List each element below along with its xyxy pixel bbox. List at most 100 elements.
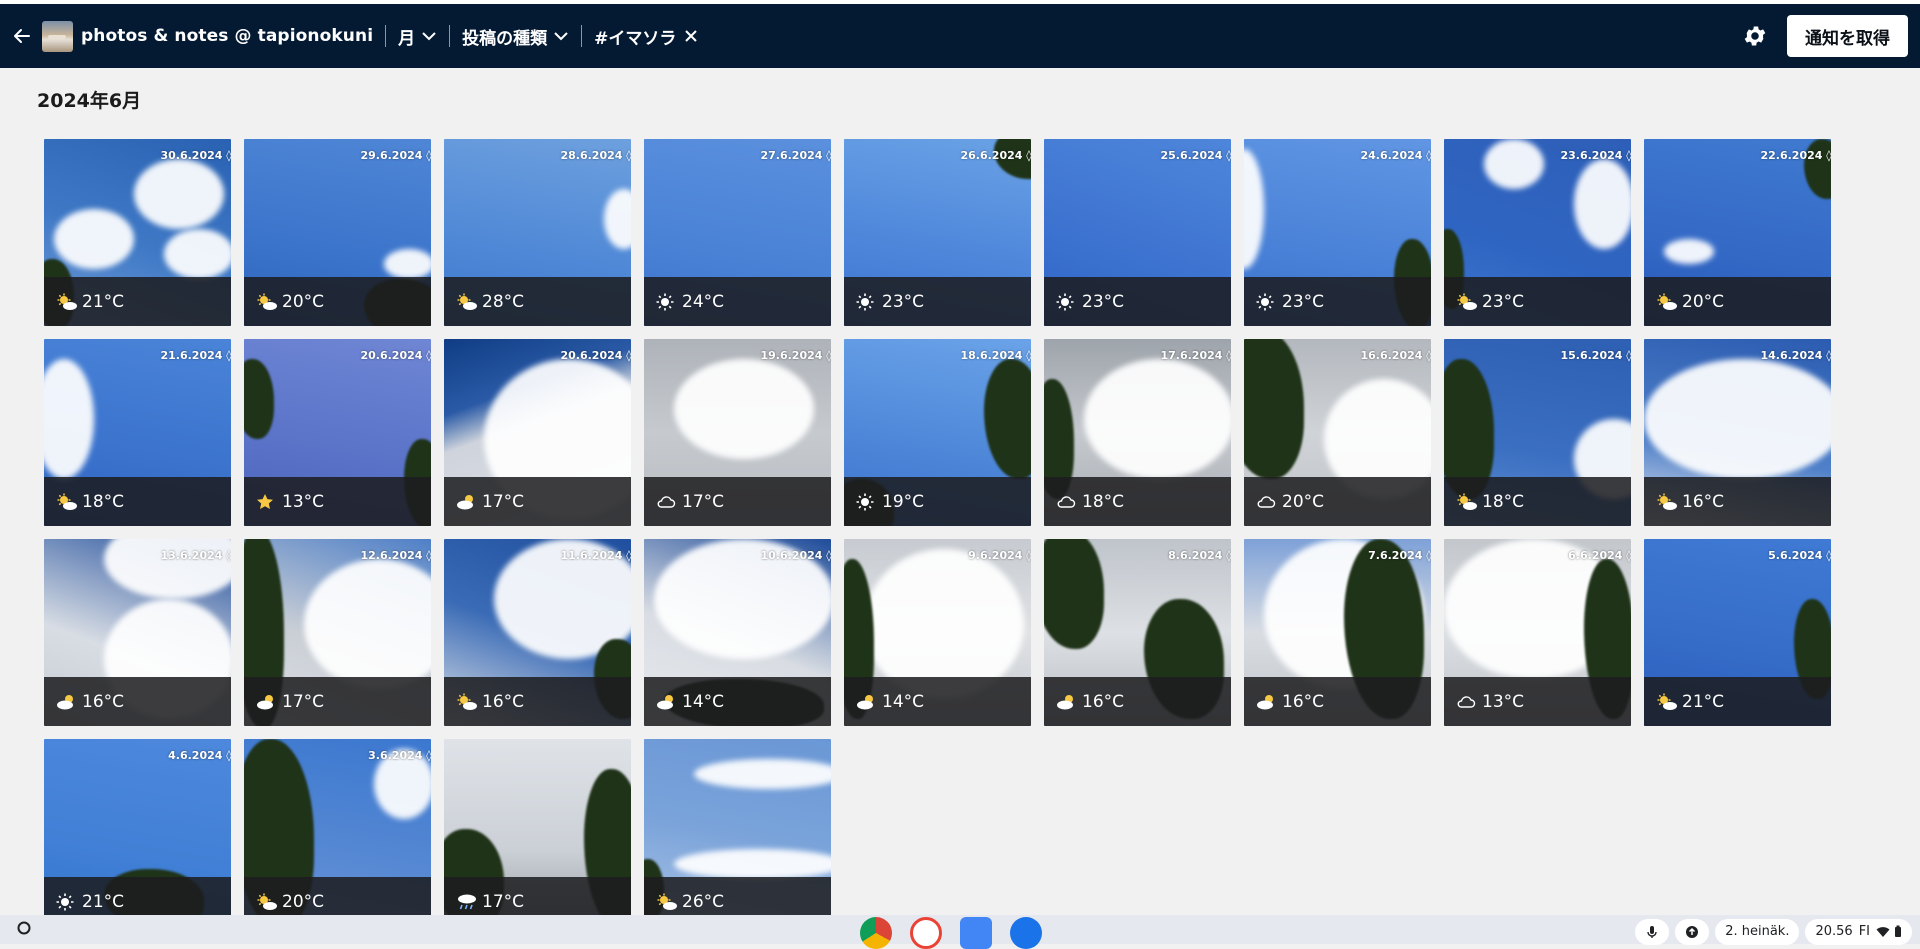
photo-tile[interactable]: 18.6.2024 ◊12 19°C (844, 339, 1031, 526)
photo-cloud (1644, 359, 1831, 479)
photo-temperature: 20°C (282, 291, 325, 312)
settings-button[interactable] (1735, 16, 1775, 56)
photo-cloud (674, 359, 814, 459)
photo-tile[interactable]: 10.6.2024 ◊11 14°C (644, 539, 831, 726)
photo-tile[interactable]: 16.6.2024 ◊12 20°C (1244, 339, 1431, 526)
photo-tile[interactable]: 19.6.2024 ◊12 17°C (644, 339, 831, 526)
photo-cloud (1244, 149, 1264, 269)
photo-date: 18.6.2024 ◊12 (960, 349, 1031, 362)
chevron-down-icon (554, 32, 568, 41)
site-title[interactable]: photos & notes @ tapionokuni (81, 26, 373, 46)
weather-cloud-icon (656, 493, 678, 511)
photo-caption: 14°C (644, 677, 831, 726)
photo-tile[interactable]: 11.6.2024 ◊11 16°C (444, 539, 631, 726)
photo-cloud (304, 559, 431, 689)
microphone-icon[interactable] (1635, 918, 1670, 945)
taskbar-locale: FI (1858, 924, 1870, 939)
photo-tile[interactable]: 20.6.2024 ◊23 13°C (244, 339, 431, 526)
photo-temperature: 13°C (1482, 691, 1525, 712)
files-icon[interactable] (1010, 917, 1042, 949)
photo-tile[interactable]: 28.6.2024 ◊12 28°C (444, 139, 631, 326)
photo-tile[interactable]: 23.6.2024 ◊12 23°C (1444, 139, 1631, 326)
gear-icon (1744, 26, 1766, 46)
photo-cloud (1574, 159, 1631, 249)
photo-tile[interactable]: 17°C (444, 739, 631, 926)
weather-sun-cloud-icon (656, 893, 678, 911)
photo-tile[interactable]: 20.6.2024 ◊12 17°C (444, 339, 631, 526)
photo-caption: 21°C (44, 277, 231, 326)
photo-temperature: 24°C (682, 291, 725, 312)
photo-caption: 23°C (1044, 277, 1231, 326)
photo-temperature: 18°C (1482, 491, 1525, 512)
close-icon (685, 30, 698, 42)
photo-tile[interactable]: 21.6.2024 ◊12 18°C (44, 339, 231, 526)
photo-tile[interactable]: 17.6.2024 ◊12 18°C (1044, 339, 1231, 526)
site-avatar[interactable] (42, 20, 73, 52)
photo-temperature: 20°C (282, 891, 325, 912)
post-type-dropdown[interactable]: 投稿の種類 (462, 24, 569, 49)
photo-date: 20.6.2024 ◊12 (560, 349, 631, 362)
photo-temperature: 17°C (282, 691, 325, 712)
photo-tile[interactable]: 30.6.2024 ◊12 21°C (44, 139, 231, 326)
photo-caption: 28°C (444, 277, 631, 326)
weather-sun-icon (856, 293, 878, 311)
photo-tile[interactable]: 13.6.2024 ◊11 16°C (44, 539, 231, 726)
photo-tile[interactable]: 29.6.2024 ◊12 20°C (244, 139, 431, 326)
photo-tile[interactable]: 5.6.2024 ◊12 21°C (1644, 539, 1831, 726)
photo-date: 21.6.2024 ◊12 (160, 349, 231, 362)
system-tray: 2. heinäk. 20.56 FI (1635, 915, 1920, 945)
get-notifications-button[interactable]: 通知を取得 (1787, 15, 1908, 57)
photo-caption: 23°C (844, 277, 1031, 326)
taskbar-time: 20.56 (1815, 924, 1853, 939)
photo-tile[interactable]: 14.6.2024 ◊12 16°C (1644, 339, 1831, 526)
photo-tile[interactable]: 22.6.2024 ◊12 20°C (1644, 139, 1831, 326)
photo-tile[interactable]: 24.6.2024 ◊12 23°C (1244, 139, 1431, 326)
photo-tile[interactable]: 27.6.2024 ◊11 24°C (644, 139, 831, 326)
photo-tile[interactable]: 9.6.2024 ◊13 14°C (844, 539, 1031, 726)
photo-tree (984, 359, 1031, 479)
weather-sun-cloud-icon (456, 293, 478, 311)
launcher-search-icon[interactable] (16, 920, 34, 938)
photo-date: 6.6.2024 ◊12 (1568, 549, 1631, 562)
hashtag-label: #イマソラ (594, 28, 677, 49)
weather-sun-icon (1056, 293, 1078, 311)
back-button[interactable] (2, 4, 42, 68)
photo-tile[interactable]: 12.6.2024 ◊11 17°C (244, 539, 431, 726)
photo-tile[interactable]: 6.6.2024 ◊12 13°C (1444, 539, 1631, 726)
arrow-left-icon (14, 29, 30, 43)
weather-cloud-sun-icon (256, 693, 278, 711)
clear-hashtag-button[interactable] (684, 29, 698, 43)
month-filter-dropdown[interactable]: 月 (398, 24, 437, 49)
divider (385, 25, 387, 47)
gmail-icon[interactable] (910, 917, 942, 949)
taskbar-clock[interactable]: 20.56 FI (1805, 918, 1912, 945)
photo-tile[interactable]: 15.6.2024 ◊12 18°C (1444, 339, 1631, 526)
photo-temperature: 21°C (1682, 691, 1725, 712)
taskbar-date[interactable]: 2. heinäk. (1715, 918, 1800, 945)
weather-sun-cloud-icon (456, 693, 478, 711)
photo-tile[interactable]: 26°C (644, 739, 831, 926)
photo-date: 3.6.2024 ◊12 (368, 749, 431, 762)
chrome-icon[interactable] (860, 917, 892, 949)
weather-cloud-icon (1256, 493, 1278, 511)
photo-tile[interactable]: 3.6.2024 ◊12 20°C (244, 739, 431, 926)
weather-cloud-sun-icon (856, 693, 878, 711)
photo-cloud (54, 209, 134, 269)
photo-tile[interactable]: 26.6.2024 ◊12 23°C (844, 139, 1031, 326)
photo-tile[interactable]: 4.6.2024 ◊11 21°C (44, 739, 231, 926)
photo-caption: 17°C (444, 477, 631, 526)
photo-tile[interactable]: 7.6.2024 ◊12 16°C (1244, 539, 1431, 726)
photo-caption: 19°C (844, 477, 1031, 526)
upload-icon[interactable] (1675, 918, 1710, 945)
os-taskbar: 2. heinäk. 20.56 FI (0, 915, 1920, 949)
weather-cloud-sun-icon (456, 493, 478, 511)
photo-caption: 24°C (644, 277, 831, 326)
app-header: photos & notes @ tapionokuni 月 投稿の種類 #イマ… (0, 4, 1920, 68)
photo-date: 23.6.2024 ◊12 (1560, 149, 1631, 162)
photo-tile[interactable]: 25.6.2024 ◊12 23°C (1044, 139, 1231, 326)
photo-date: 13.6.2024 ◊11 (160, 549, 231, 562)
photo-cloud (384, 249, 431, 279)
photo-caption: 18°C (1444, 477, 1631, 526)
docs-icon[interactable] (960, 917, 992, 949)
photo-tile[interactable]: 8.6.2024 ◊12 16°C (1044, 539, 1231, 726)
